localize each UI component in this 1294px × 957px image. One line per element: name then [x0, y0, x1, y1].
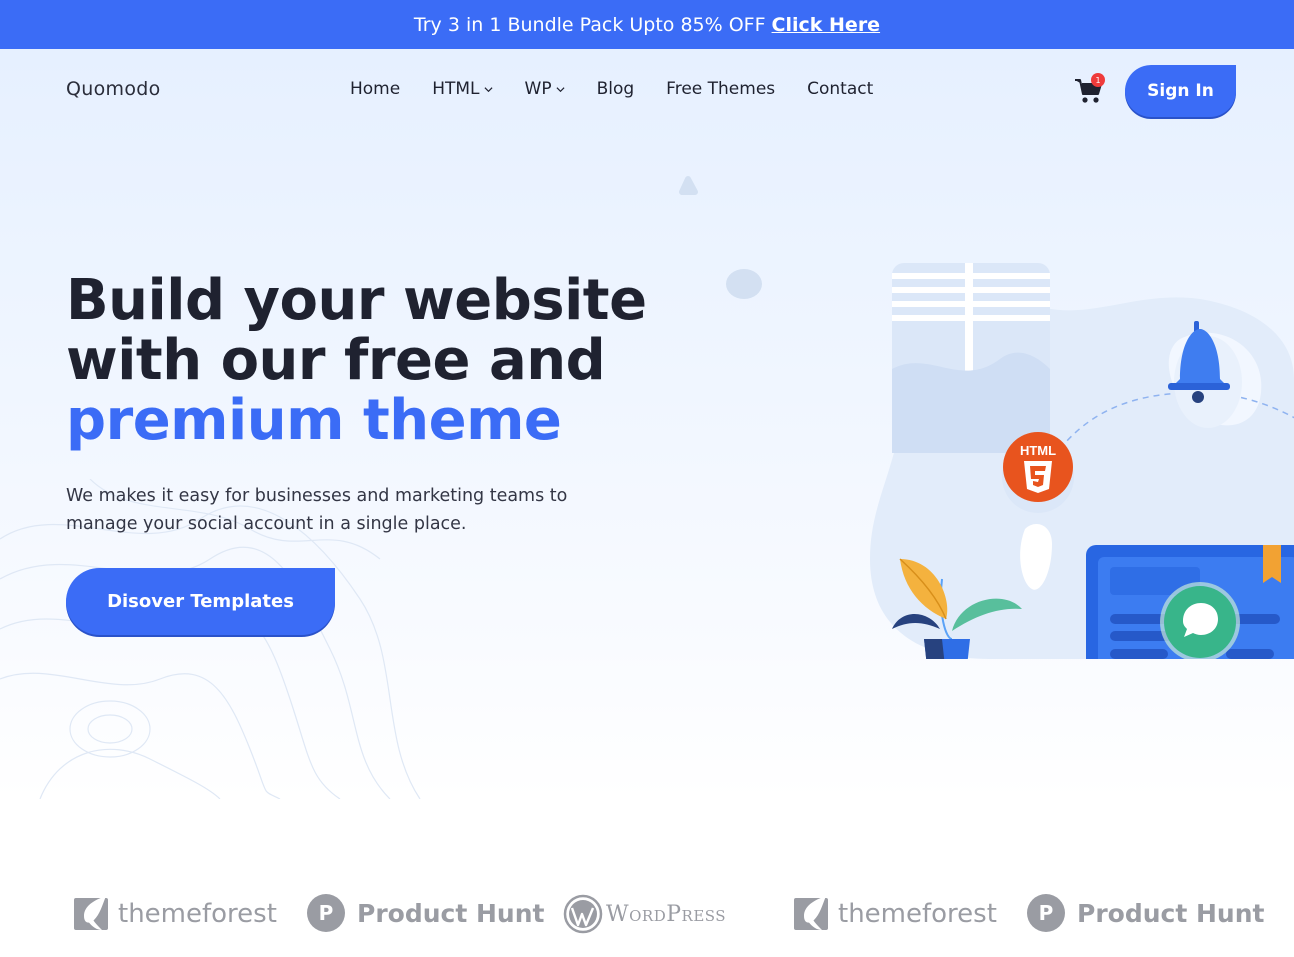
nav-item-label: Contact	[807, 79, 874, 99]
promo-link[interactable]: Click Here	[772, 14, 881, 36]
main-nav: Home HTML WP Blog Free Themes Contact	[350, 79, 905, 99]
product-hunt-icon: P	[1027, 894, 1065, 932]
wordpress-icon	[563, 894, 603, 934]
brand-logo-wordpress[interactable]: WordPress	[563, 894, 726, 934]
nav-item-free-themes[interactable]: Free Themes	[666, 79, 775, 99]
brand-name: WordPress	[606, 901, 727, 927]
site-logo[interactable]: Quomodo	[66, 78, 161, 100]
brand-logo-themeforest[interactable]: themeforest	[72, 894, 277, 934]
hero-headline: Build your website with our free and pre…	[66, 271, 647, 451]
html5-badge-label: HTML	[1020, 443, 1056, 458]
blob-shape	[726, 269, 762, 299]
hero-illustration: HTML	[679, 176, 1294, 659]
nav-item-label: Free Themes	[666, 79, 776, 99]
nav-item-wp[interactable]: WP	[525, 79, 565, 99]
chevron-down-icon	[556, 86, 565, 92]
laptop-illustration	[1086, 545, 1294, 659]
nav-item-label: HTML	[432, 79, 480, 99]
product-hunt-icon: P	[307, 894, 345, 932]
html5-badge: HTML	[1002, 432, 1074, 513]
headline-line-2: with our free and	[66, 328, 606, 393]
themeforest-leaf-icon	[794, 896, 828, 930]
discover-templates-button[interactable]: Disover Templates	[66, 568, 335, 635]
cart-count-badge: 1	[1091, 73, 1105, 87]
headline-line-1: Build your website	[66, 268, 647, 333]
brand-name: themeforest	[838, 899, 997, 929]
sign-in-button[interactable]: Sign In	[1125, 65, 1236, 117]
nav-item-blog[interactable]: Blog	[597, 79, 635, 99]
nav-item-html[interactable]: HTML	[432, 79, 493, 99]
hero-section: Quomodo Home HTML WP Blog Free Themes Co…	[0, 49, 1294, 799]
promo-bar: Try 3 in 1 Bundle Pack Upto 85% OFF Clic…	[0, 0, 1294, 49]
hero-subtext: We makes it easy for businesses and mark…	[66, 486, 568, 534]
brand-logo-themeforest[interactable]: themeforest	[792, 894, 997, 934]
brand-logo-product-hunt[interactable]: P Product Hunt	[1027, 894, 1264, 932]
partner-logos: themeforest P Product Hunt WordPress the…	[0, 880, 1294, 955]
promo-text: Try 3 in 1 Bundle Pack Upto 85% OFF	[413, 13, 766, 36]
triangle-shape	[679, 176, 698, 195]
brand-logo-product-hunt[interactable]: P Product Hunt	[307, 894, 544, 932]
brand-name: themeforest	[118, 899, 277, 929]
brand-name: Product Hunt	[357, 898, 545, 928]
themeforest-leaf-icon	[74, 896, 108, 930]
chevron-down-icon	[484, 86, 493, 92]
nav-item-home[interactable]: Home	[350, 79, 400, 99]
nav-item-contact[interactable]: Contact	[807, 79, 873, 99]
site-header: Quomodo Home HTML WP Blog Free Themes Co…	[0, 49, 1294, 131]
brand-name: Product Hunt	[1077, 898, 1265, 928]
nav-item-label: Blog	[596, 79, 635, 99]
nav-item-label: WP	[524, 79, 552, 99]
nav-item-label: Home	[350, 79, 401, 99]
headline-line-3: premium theme	[66, 388, 562, 453]
